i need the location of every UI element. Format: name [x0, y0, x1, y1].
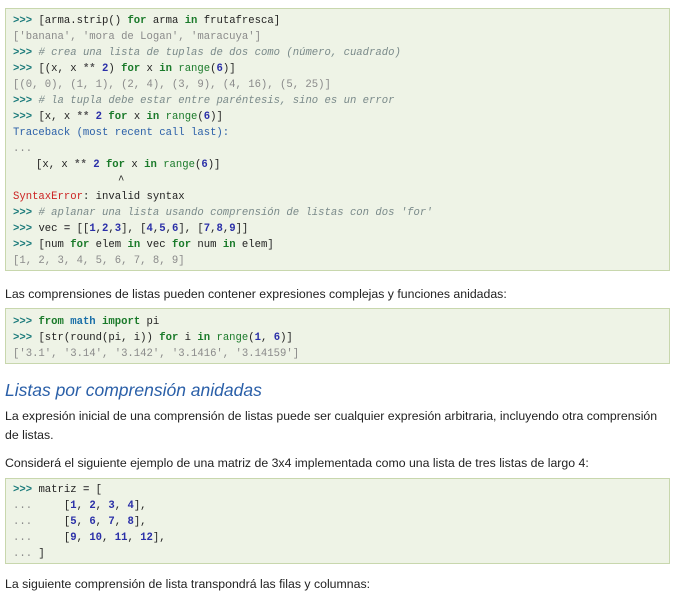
code-line: >>> [arma.strip() for arma in frutafresc… [13, 15, 281, 27]
code-line: ... [5, 6, 7, 8], [13, 516, 147, 528]
paragraph: Las comprensiones de listas pueden conte… [5, 287, 507, 301]
code-line: >>> [num for elem in vec for num in elem… [13, 239, 274, 251]
code-line: ... [1, 2, 3, 4], [13, 500, 147, 512]
error-caret: ^ [118, 175, 125, 187]
code-line: >>> # aplanar una lista usando comprensi… [13, 207, 433, 219]
code-line: >>> [x, x ** 2 for x in range(6)] [13, 111, 223, 123]
code-line: >>> matriz = [ [13, 484, 103, 496]
code-line: >>> from math import pi [13, 316, 160, 328]
paragraph: La siguiente comprensión de lista transp… [5, 577, 371, 591]
code-line: [x, x ** 2 for x in range(6)] [36, 159, 221, 171]
code-line: ... ] [13, 548, 45, 560]
code-line: >>> # la tupla debe estar entre paréntes… [13, 95, 395, 107]
code-line: >>> vec = [[1,2,3], [4,5,6], [7,8,9]] [13, 223, 249, 235]
traceback-line: Traceback (most recent call last): [13, 127, 230, 139]
code-continuation: ... [13, 143, 33, 155]
code-block-nested-functions: >>> from math import pi >>> [str(round(p… [5, 308, 670, 364]
paragraph: Considerá el siguiente ejemplo de una ma… [5, 456, 589, 470]
code-line: >>> [str(round(pi, i)) for i in range(1,… [13, 332, 293, 344]
code-block-list-comprehensions: >>> [arma.strip() for arma in frutafresc… [5, 8, 670, 271]
code-line: ... [9, 10, 11, 12], [13, 532, 166, 544]
paragraph: La expresión inicial de una comprensión … [5, 409, 658, 442]
error-line: SyntaxError: invalid syntax [13, 191, 185, 203]
section-heading: Listas por comprensión anidadas [5, 380, 262, 400]
code-output: ['banana', 'mora de Logan', 'maracuya'] [13, 31, 261, 43]
code-output: [1, 2, 3, 4, 5, 6, 7, 8, 9] [13, 255, 185, 267]
code-block-matrix: >>> matriz = [ ... [1, 2, 3, 4], ... [5,… [5, 478, 670, 564]
code-line: >>> [(x, x ** 2) for x in range(6)] [13, 63, 236, 75]
code-output: ['3.1', '3.14', '3.142', '3.1416', '3.14… [13, 348, 300, 360]
code-line: >>> # crea una lista de tuplas de dos co… [13, 47, 401, 59]
code-output: [(0, 0), (1, 1), (2, 4), (3, 9), (4, 16)… [13, 79, 331, 91]
